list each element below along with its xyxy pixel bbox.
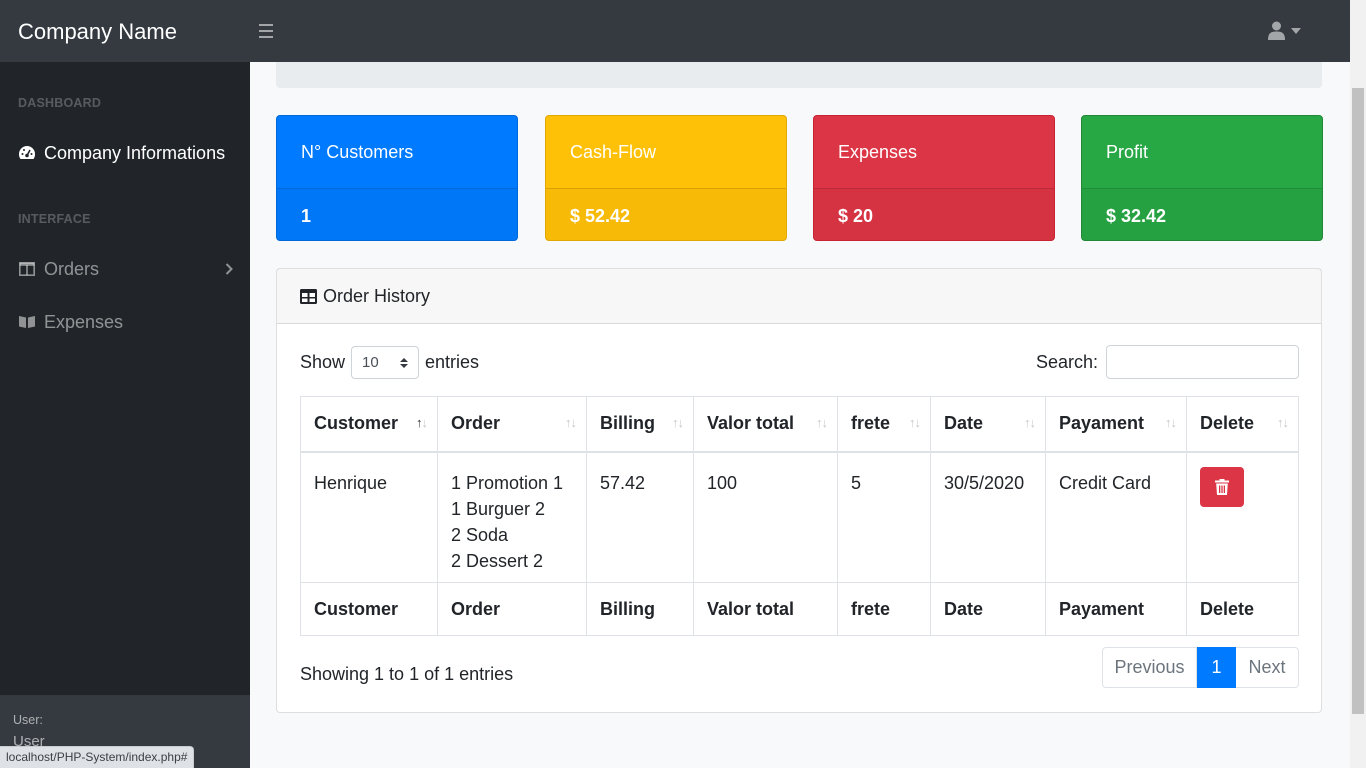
orders-table: Customer ↑↓ Order ↑↓ Billing ↑↓ Valor total… xyxy=(300,396,1299,636)
sort-icon: ↑↓ xyxy=(816,415,828,430)
sidebar-item-label: Orders xyxy=(44,258,100,279)
column-header-delete[interactable]: Delete ↑↓ xyxy=(1186,396,1299,453)
column-footer-payament: Payament xyxy=(1045,582,1187,636)
cell-billing: 57.42 xyxy=(586,451,694,583)
user-icon xyxy=(1268,21,1285,40)
order-line: 2 Soda xyxy=(451,524,509,545)
search-input[interactable] xyxy=(1106,345,1299,379)
brand-title[interactable]: Company Name xyxy=(18,18,177,46)
sort-icon: ↑↓ xyxy=(1165,415,1177,430)
search-control: Search: xyxy=(1036,345,1299,379)
trash-icon xyxy=(1215,478,1229,495)
sort-icon: ↑↓ xyxy=(416,415,428,430)
stat-label: Profit xyxy=(1106,142,1149,162)
column-header-date[interactable]: Date ↑↓ xyxy=(930,396,1046,453)
sidebar-item-orders[interactable]: Orders xyxy=(18,255,233,283)
delete-button[interactable] xyxy=(1200,466,1244,507)
columns-icon xyxy=(18,260,36,278)
column-header-frete[interactable]: frete ↑↓ xyxy=(837,396,931,453)
sort-icon: ↑↓ xyxy=(1277,415,1289,430)
table-row: Henrique 1 Promotion 1 1 Burguer 2 2 Sod… xyxy=(300,451,1299,583)
stat-card-customers[interactable]: N° Customers 1 xyxy=(276,115,518,241)
column-header-billing[interactable]: Billing ↑↓ xyxy=(586,396,694,453)
show-label: Show xyxy=(300,352,346,372)
stat-label: Cash-Flow xyxy=(570,142,657,162)
column-footer-order: Order xyxy=(437,582,587,636)
card-title: Order History xyxy=(323,285,431,306)
stat-card-profit[interactable]: Profit $ 32.42 xyxy=(1081,115,1323,241)
sidebar-heading-dashboard: DASHBOARD xyxy=(18,96,102,110)
tachometer-icon xyxy=(18,144,36,162)
page-scrollbar[interactable] xyxy=(1350,0,1366,768)
stat-label: N° Customers xyxy=(301,142,414,162)
column-header-payament[interactable]: Payament ↑↓ xyxy=(1045,396,1187,453)
page-length-value: 10 xyxy=(362,354,379,371)
chevron-right-icon xyxy=(225,259,233,280)
page-length-control: Show 10 entries xyxy=(300,346,479,379)
sort-icon: ↑↓ xyxy=(1024,415,1036,430)
top-navbar: Company Name xyxy=(0,0,1350,62)
sort-icon: ↑↓ xyxy=(672,415,684,430)
order-line: 1 Promotion 1 xyxy=(451,472,564,493)
pagination: Previous 1 Next xyxy=(1102,647,1299,688)
column-footer-valor-total: Valor total xyxy=(693,582,838,636)
cell-delete xyxy=(1186,451,1299,583)
cell-order: 1 Promotion 1 1 Burguer 2 2 Soda 2 Desse… xyxy=(437,451,587,583)
stat-value: $ 20 xyxy=(814,188,1054,240)
sidebar-item-label: Expenses xyxy=(44,311,124,332)
stat-value: $ 52.42 xyxy=(546,188,786,240)
order-line: 2 Dessert 2 xyxy=(451,550,544,571)
bars-icon[interactable] xyxy=(259,24,273,38)
next-page-button[interactable]: Next xyxy=(1236,647,1299,688)
status-bar-url: localhost/PHP-System/index.php# xyxy=(0,746,195,768)
column-footer-delete: Delete xyxy=(1186,582,1299,636)
sidebar: DASHBOARD Company Informations INTERFACE… xyxy=(0,62,250,768)
book-open-icon xyxy=(18,313,36,331)
cell-date: 30/5/2020 xyxy=(930,451,1046,583)
column-footer-billing: Billing xyxy=(586,582,694,636)
column-header-valor-total[interactable]: Valor total ↑↓ xyxy=(693,396,838,453)
column-header-customer[interactable]: Customer ↑↓ xyxy=(300,396,438,453)
cell-frete: 5 xyxy=(837,451,931,583)
stat-value: 1 xyxy=(277,188,517,240)
search-label: Search: xyxy=(1035,351,1098,372)
stat-value: $ 32.42 xyxy=(1082,188,1322,240)
page-length-select[interactable]: 10 xyxy=(351,346,420,379)
table-info: Showing 1 to 1 of 1 entries xyxy=(300,664,514,684)
previous-page-button[interactable]: Previous xyxy=(1102,647,1197,688)
scrollbar-thumb[interactable] xyxy=(1352,88,1364,714)
sort-icon: ↑↓ xyxy=(909,415,921,430)
select-arrows-icon xyxy=(400,357,409,368)
user-dropdown[interactable] xyxy=(1268,21,1301,40)
cell-valor-total: 100 xyxy=(693,451,838,583)
column-header-order[interactable]: Order ↑↓ xyxy=(437,396,587,453)
page-1-button[interactable]: 1 xyxy=(1197,647,1236,688)
sidebar-item-company-informations[interactable]: Company Informations xyxy=(18,139,233,167)
sidebar-item-expenses[interactable]: Expenses xyxy=(18,308,233,336)
stat-card-expenses[interactable]: Expenses $ 20 xyxy=(813,115,1055,241)
table-icon xyxy=(300,288,317,304)
sort-icon: ↑↓ xyxy=(565,415,577,430)
cell-payament: Credit Card xyxy=(1045,451,1187,583)
sidebar-item-label: Company Informations xyxy=(44,142,226,163)
breadcrumb xyxy=(276,62,1322,88)
column-footer-customer: Customer xyxy=(300,582,438,636)
card-header: Order History xyxy=(277,269,1321,324)
sidebar-heading-interface: INTERFACE xyxy=(18,212,91,226)
order-history-card: Order History Show 10 entries Search: Cu… xyxy=(276,268,1322,713)
stat-label: Expenses xyxy=(838,142,918,162)
stat-card-cash-flow[interactable]: Cash-Flow $ 52.42 xyxy=(545,115,787,241)
order-line: 1 Burguer 2 xyxy=(451,498,546,519)
entries-label: entries xyxy=(425,352,480,372)
logged-in-label: User: xyxy=(13,713,43,727)
cell-customer: Henrique xyxy=(300,451,438,583)
caret-down-icon xyxy=(1291,27,1301,34)
column-footer-frete: frete xyxy=(837,582,931,636)
column-footer-date: Date xyxy=(930,582,1046,636)
